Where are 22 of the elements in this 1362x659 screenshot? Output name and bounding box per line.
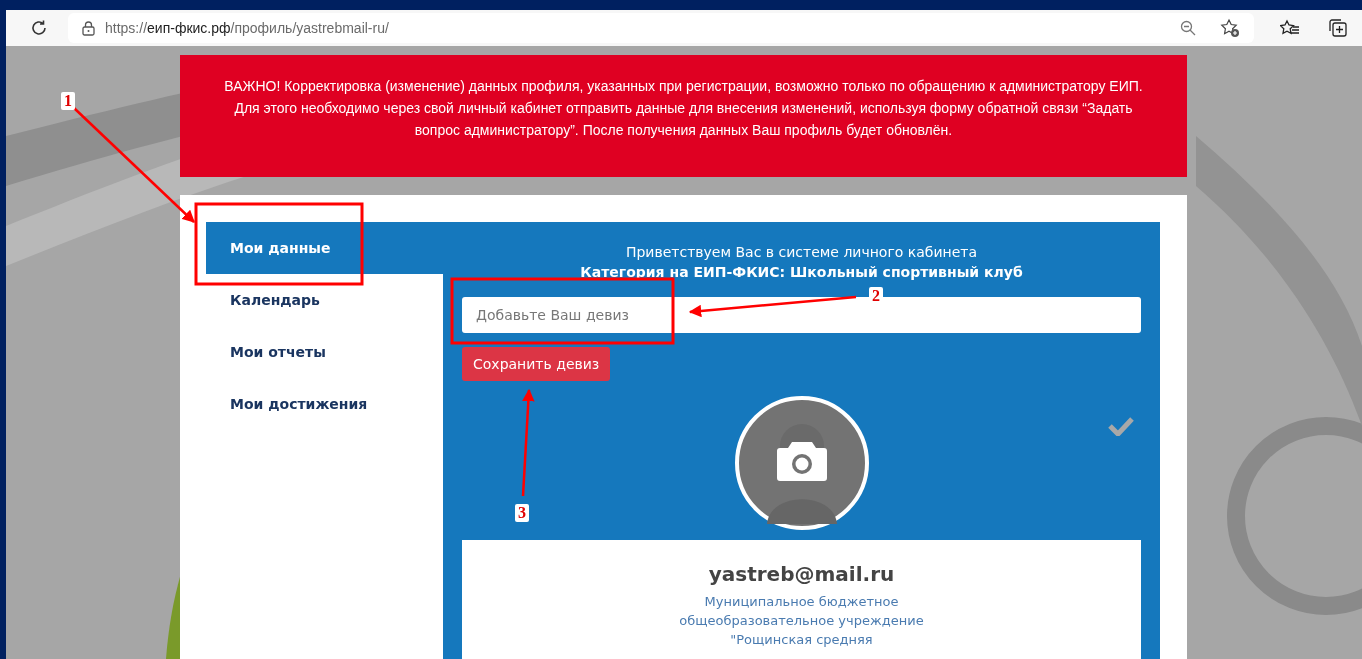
lock-icon: [82, 20, 95, 36]
checkmark-icon[interactable]: [1108, 416, 1134, 436]
annotation-number: 3: [515, 504, 529, 522]
address-bar[interactable]: https://еип-фкис.рф/профиль/yastrebmail-ru/: [68, 13, 1254, 43]
save-motto-button[interactable]: Сохранить девиз: [462, 347, 611, 381]
url-text: https://еип-фкис.рф/профиль/yastrebmail-ru/: [105, 20, 390, 36]
greeting-text: Приветствуем Вас в системе личного кабинета: [624, 243, 979, 261]
category-text: Категория на ЕИП-ФКИС: Школьный спортивный клуб: [579, 263, 1024, 282]
sidebar-item[interactable]: Календарь: [206, 274, 443, 326]
annotation-number: 1: [61, 92, 75, 110]
sidebar-item[interactable]: Мои данные: [206, 222, 443, 274]
avatar-placeholder[interactable]: [734, 396, 869, 530]
add-favorite-icon[interactable]: [1220, 18, 1240, 38]
sidebar-item[interactable]: Мои отчеты: [206, 326, 443, 378]
zoom-out-icon[interactable]: [1180, 20, 1196, 36]
favorites-icon[interactable]: [1280, 19, 1300, 37]
organization-text: Муниципальное бюджетное общеобразовательное учреждение "Рощинская средняя: [678, 593, 925, 649]
notice-text: ВАЖНО! Корректировка (изменение) данных профиля, указанных при регистрации, возможно только по обращению к администратору ЕИП. Для этого необходимо через свой личный кабинет отправить данные для внесения изменений, используя форму обратной связи “Задать вопрос администратору”. После получения данных Ваш профиль будет обновлён.: [223, 77, 1144, 140]
email-text: yastreb@mail.ru: [707, 562, 896, 586]
sidebar-item[interactable]: Мои достижения: [206, 378, 443, 430]
collections-icon[interactable]: [1328, 18, 1348, 38]
reload-icon[interactable]: [30, 19, 48, 37]
